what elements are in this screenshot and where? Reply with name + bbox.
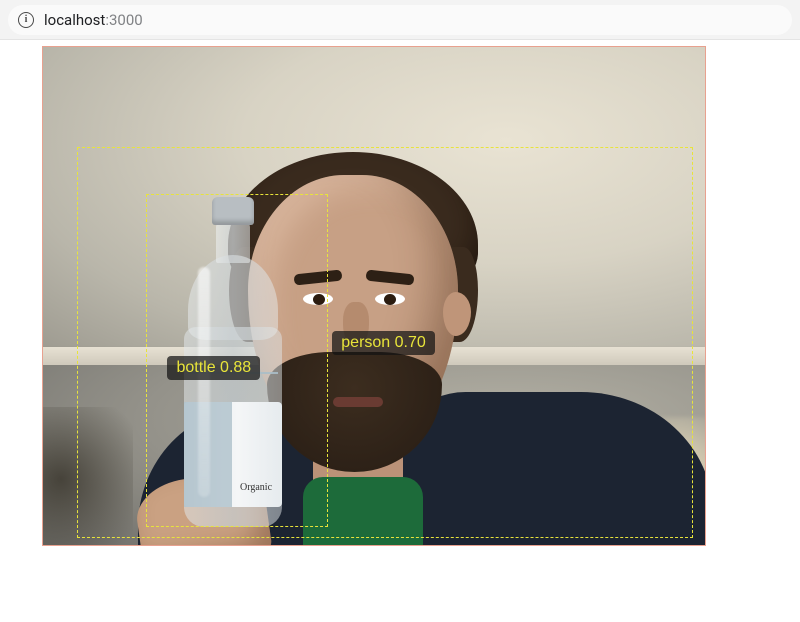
detection-viewport: Organic person 0.70bottle 0.88 xyxy=(42,46,706,546)
detection-label-bottle: bottle 0.88 xyxy=(167,356,260,380)
page-content: Organic person 0.70bottle 0.88 xyxy=(0,40,800,546)
url-port: :3000 xyxy=(105,11,142,29)
detection-label-person: person 0.70 xyxy=(332,331,435,355)
info-icon[interactable]: i xyxy=(18,12,34,28)
browser-address-bar: i localhost:3000 xyxy=(0,0,800,40)
address-bar-field[interactable]: i localhost:3000 xyxy=(8,5,792,35)
url-host: localhost xyxy=(44,11,105,29)
